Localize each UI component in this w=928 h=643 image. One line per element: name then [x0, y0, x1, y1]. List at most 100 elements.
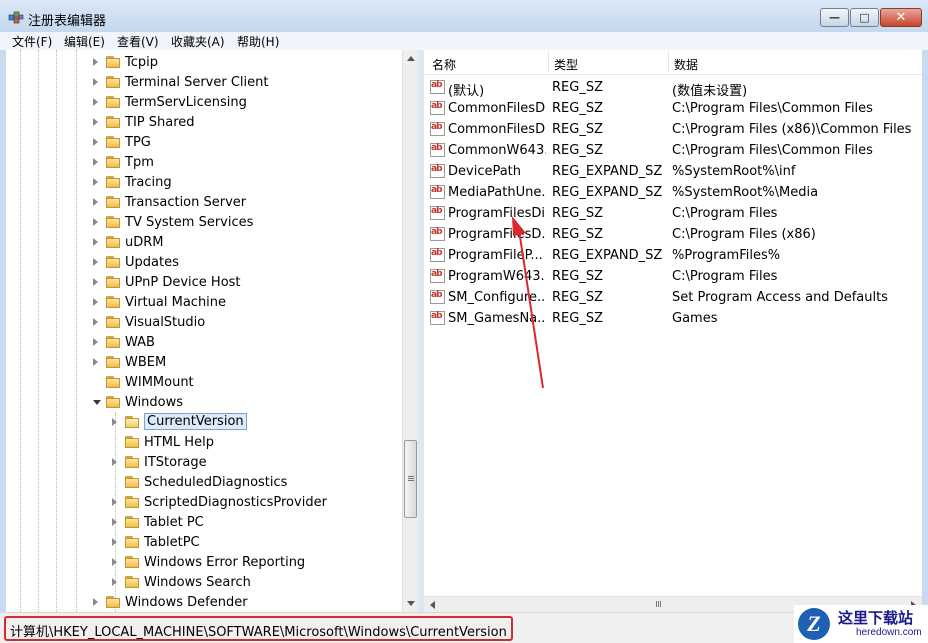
- expand-arrow-icon[interactable]: [93, 358, 98, 366]
- scroll-up-arrow-icon[interactable]: [407, 56, 415, 61]
- expand-arrow-icon[interactable]: [93, 298, 98, 306]
- expand-arrow-icon[interactable]: [112, 458, 117, 466]
- tree-item[interactable]: ITStorage: [6, 452, 402, 472]
- tree-item-label: WAB: [125, 335, 155, 350]
- tree-vertical-scrollbar[interactable]: [402, 50, 418, 612]
- scroll-left-arrow-icon[interactable]: [430, 601, 435, 609]
- folder-icon: [125, 556, 139, 568]
- tree-item[interactable]: uDRM: [6, 232, 402, 252]
- folder-icon: [125, 496, 139, 508]
- menu-favorites[interactable]: 收藏夹(A): [171, 33, 225, 50]
- maximize-button[interactable]: □: [850, 8, 879, 27]
- column-separator[interactable]: [548, 52, 549, 73]
- tree-item[interactable]: CurrentVersion: [6, 412, 402, 432]
- tree-item[interactable]: ScheduledDiagnostics: [6, 472, 402, 492]
- tree-item[interactable]: Windows Search: [6, 572, 402, 592]
- tree-item[interactable]: Transaction Server: [6, 192, 402, 212]
- expand-arrow-icon[interactable]: [93, 158, 98, 166]
- expand-arrow-icon[interactable]: [112, 558, 117, 566]
- tree-item[interactable]: VisualStudio: [6, 312, 402, 332]
- tree-item[interactable]: Updates: [6, 252, 402, 272]
- expand-arrow-icon[interactable]: [93, 238, 98, 246]
- expand-arrow-icon[interactable]: [93, 138, 98, 146]
- tree-item[interactable]: TabletPC: [6, 532, 402, 552]
- tree-item[interactable]: TV System Services: [6, 212, 402, 232]
- expand-arrow-icon[interactable]: [112, 578, 117, 586]
- tree-item[interactable]: Windows Defender: [6, 592, 402, 612]
- expand-arrow-icon[interactable]: [93, 58, 98, 66]
- value-data: C:\Program Files\Common Files: [672, 101, 873, 116]
- expand-arrow-icon[interactable]: [93, 318, 98, 326]
- value-type: REG_SZ: [552, 227, 603, 242]
- column-header-name[interactable]: 名称: [432, 56, 456, 73]
- registry-value-row[interactable]: ab DevicePath REG_EXPAND_SZ %SystemRoot%\in…: [424, 161, 922, 182]
- expand-arrow-icon[interactable]: [93, 78, 98, 86]
- folder-icon: [125, 436, 139, 448]
- registry-value-row[interactable]: ab CommonFilesDir REG_SZ C:\Program Files\C…: [424, 98, 922, 119]
- expand-arrow-icon[interactable]: [112, 418, 117, 426]
- collapse-arrow-icon[interactable]: [93, 400, 101, 405]
- expand-arrow-icon[interactable]: [112, 518, 117, 526]
- tree-item[interactable]: Tcpip: [6, 52, 402, 72]
- tree-item[interactable]: Windows: [6, 392, 402, 412]
- tree-item-label: Tablet PC: [144, 515, 204, 530]
- string-value-icon-text: ab: [431, 269, 442, 279]
- expand-arrow-icon[interactable]: [93, 178, 98, 186]
- column-header-type[interactable]: 类型: [554, 56, 578, 73]
- tree-item[interactable]: UPnP Device Host: [6, 272, 402, 292]
- menu-file[interactable]: 文件(F): [12, 33, 52, 50]
- registry-value-row[interactable]: ab SM_Configure... REG_SZ Set Program Acces…: [424, 287, 922, 308]
- tree-item[interactable]: TIP Shared: [6, 112, 402, 132]
- expand-arrow-icon[interactable]: [93, 98, 98, 106]
- value-data: C:\Program Files (x86)\Common Files: [672, 122, 912, 137]
- expand-arrow-icon[interactable]: [112, 538, 117, 546]
- tree-item[interactable]: TermServLicensing: [6, 92, 402, 112]
- tree-item[interactable]: HTML Help: [6, 432, 402, 452]
- value-type: REG_SZ: [552, 122, 603, 137]
- registry-value-row[interactable]: ab MediaPathUne... REG_EXPAND_SZ %SystemRoo…: [424, 182, 922, 203]
- expand-arrow-icon[interactable]: [93, 258, 98, 266]
- tree-item[interactable]: ScriptedDiagnosticsProvider: [6, 492, 402, 512]
- expand-arrow-icon[interactable]: [93, 118, 98, 126]
- column-header-data[interactable]: 数据: [674, 56, 698, 73]
- folder-icon: [125, 456, 139, 468]
- folder-icon: [106, 396, 120, 408]
- registry-value-row[interactable]: ab CommonFilesD... REG_SZ C:\Program Files …: [424, 119, 922, 140]
- tree-item[interactable]: Virtual Machine: [6, 292, 402, 312]
- registry-value-row[interactable]: ab ProgramFileP... REG_EXPAND_SZ %ProgramFi…: [424, 245, 922, 266]
- minimize-button[interactable]: —: [820, 8, 849, 27]
- value-data: C:\Program Files: [672, 206, 778, 221]
- column-separator[interactable]: [668, 52, 669, 73]
- expand-arrow-icon[interactable]: [112, 498, 117, 506]
- tree-item[interactable]: Terminal Server Client: [6, 72, 402, 92]
- menu-edit[interactable]: 编辑(E): [64, 33, 105, 50]
- menu-view[interactable]: 查看(V): [117, 33, 159, 50]
- registry-value-row[interactable]: ab ProgramW643... REG_SZ C:\Program Files: [424, 266, 922, 287]
- menu-help[interactable]: 帮助(H): [237, 33, 279, 50]
- close-button[interactable]: ✕: [880, 8, 922, 27]
- folder-icon: [125, 476, 139, 488]
- tree-item-label: HTML Help: [144, 435, 214, 450]
- registry-value-row[interactable]: ab CommonW643... REG_SZ C:\Program Files\Co…: [424, 140, 922, 161]
- expand-arrow-icon[interactable]: [93, 278, 98, 286]
- tree-item[interactable]: WIMMount: [6, 372, 402, 392]
- tree-item[interactable]: WAB: [6, 332, 402, 352]
- tree-item[interactable]: Tablet PC: [6, 512, 402, 532]
- tree-item[interactable]: TPG: [6, 132, 402, 152]
- string-value-icon: ab: [430, 269, 445, 283]
- expand-arrow-icon[interactable]: [93, 338, 98, 346]
- registry-value-row[interactable]: ab (默认) REG_SZ (数值未设置): [424, 77, 922, 99]
- tree-item[interactable]: Tpm: [6, 152, 402, 172]
- scroll-down-arrow-icon[interactable]: [407, 601, 415, 606]
- tree-item[interactable]: WBEM: [6, 352, 402, 372]
- registry-value-row[interactable]: ab SM_GamesNa... REG_SZ Games: [424, 308, 922, 329]
- registry-value-row[interactable]: ab ProgramFilesD... REG_SZ C:\Program Files…: [424, 224, 922, 245]
- expand-arrow-icon[interactable]: [93, 598, 98, 606]
- expand-arrow-icon[interactable]: [93, 218, 98, 226]
- registry-value-row[interactable]: ab ProgramFilesDir REG_SZ C:\Program Files: [424, 203, 922, 224]
- scroll-thumb[interactable]: [404, 440, 417, 518]
- tree-item[interactable]: Windows Error Reporting: [6, 552, 402, 572]
- string-value-icon: ab: [430, 185, 445, 199]
- expand-arrow-icon[interactable]: [93, 198, 98, 206]
- tree-item[interactable]: Tracing: [6, 172, 402, 192]
